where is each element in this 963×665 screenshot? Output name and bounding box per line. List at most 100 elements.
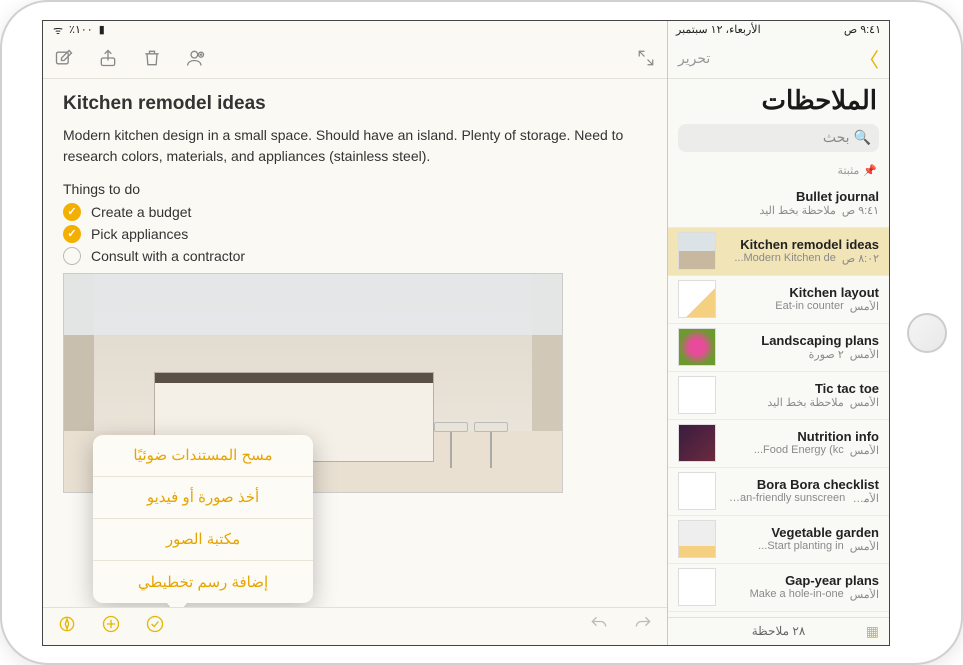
share-icon[interactable] bbox=[97, 47, 119, 69]
note-list-item[interactable]: Gap-year plansالأمس Make a hole-in-one bbox=[668, 564, 889, 612]
note-item-time: ٨:٠٢ ص bbox=[842, 252, 879, 265]
note-list-item[interactable]: Kitchen layoutالأمس Eat-in counter bbox=[668, 276, 889, 324]
note-list-item[interactable]: Kitchen remodel ideas٨:٠٢ ص Modern Kitche… bbox=[668, 228, 889, 276]
note-list-item[interactable]: Landscaping plansالأمس ٢ صورة bbox=[668, 324, 889, 372]
note-list-item[interactable]: Bora Bora checklistالأمس Ocean-friendly s… bbox=[668, 468, 889, 516]
sidebar-title: الملاحظات bbox=[680, 85, 877, 116]
status-date: الأربعاء، ١٢ سبتمبر bbox=[676, 23, 761, 39]
note-item-time: الأمس bbox=[850, 300, 879, 313]
note-list-item[interactable]: Vegetable gardenالأمس Start planting in..… bbox=[668, 516, 889, 564]
todo-checkbox[interactable] bbox=[63, 225, 81, 243]
note-item-time: ٩:٤١ ص bbox=[842, 204, 879, 217]
note-item-title: Bora Bora checklist bbox=[726, 477, 879, 492]
note-item-time: الأمس bbox=[851, 492, 879, 505]
note-item-preview: ٢ صورة bbox=[809, 348, 844, 361]
todo-checkbox[interactable] bbox=[63, 247, 81, 265]
checklist-icon[interactable] bbox=[145, 614, 165, 639]
battery-percent: ٪١٠٠ bbox=[69, 23, 93, 39]
note-item-time: الأمس bbox=[850, 348, 879, 361]
note-item-thumbnail bbox=[678, 328, 716, 366]
ipad-device: ᯤ ٪١٠٠ ▮ bbox=[0, 0, 963, 665]
note-item-title: Vegetable garden bbox=[726, 525, 879, 540]
redo-icon[interactable] bbox=[633, 614, 653, 639]
popover-menu-item[interactable]: إضافة رسم تخطيطي bbox=[93, 561, 313, 603]
back-chevron-icon[interactable]: 〉 bbox=[859, 44, 879, 73]
editor-toolbar bbox=[43, 39, 667, 79]
add-person-icon[interactable] bbox=[185, 47, 207, 69]
undo-icon[interactable] bbox=[589, 614, 609, 639]
wifi-icon: ᯤ bbox=[53, 23, 63, 39]
screen: ᯤ ٪١٠٠ ▮ bbox=[42, 20, 890, 646]
marker-icon[interactable] bbox=[57, 614, 77, 639]
notes-count: ٢٨ ملاحظة bbox=[752, 624, 806, 638]
search-icon: 🔍 bbox=[854, 129, 871, 146]
todo-text: Consult with a contractor bbox=[91, 248, 245, 264]
note-item-preview: Ocean-friendly sunscreen bbox=[726, 492, 845, 505]
note-item-title: Bullet journal bbox=[678, 189, 879, 204]
note-item-thumbnail bbox=[678, 232, 716, 270]
notes-list: Bullet journal٩:٤١ ص ملاحظة بخط اليد Kitch… bbox=[668, 180, 889, 617]
note-item-preview: Food Energy (kc... bbox=[754, 444, 844, 457]
note-body: Modern kitchen design in a small space. … bbox=[63, 125, 647, 167]
note-item-title: Tic tac toe bbox=[726, 381, 879, 396]
add-icon[interactable] bbox=[101, 614, 121, 639]
todo-text: Create a budget bbox=[91, 204, 191, 220]
note-item-title: Gap-year plans bbox=[726, 573, 879, 588]
note-item-time: الأمس bbox=[850, 396, 879, 409]
status-time: ٩:٤١ ص bbox=[844, 23, 881, 39]
note-list-item[interactable]: Nutrition infoالأمس Food Energy (kc... bbox=[668, 420, 889, 468]
status-bar-left: ᯤ ٪١٠٠ ▮ bbox=[43, 21, 667, 39]
search-input[interactable]: 🔍 بحث bbox=[678, 124, 879, 152]
status-bar-right: ٩:٤١ ص الأربعاء، ١٢ سبتمبر bbox=[668, 21, 889, 39]
sidebar-topbar: 〉 تحرير bbox=[668, 39, 889, 79]
pinned-text: مثبتة bbox=[838, 164, 860, 177]
note-item-preview: Modern Kitchen de... bbox=[734, 252, 836, 265]
note-item-preview: Start planting in... bbox=[758, 540, 844, 553]
add-attachment-popover: مسح المستندات ضوئيًاأخذ صورة أو فيديومكت… bbox=[93, 435, 313, 603]
battery-icon: ▮ bbox=[99, 23, 105, 39]
grid-view-icon[interactable]: ▦ bbox=[866, 623, 879, 640]
todo-row[interactable]: Create a budget bbox=[63, 203, 647, 221]
note-item-preview: ملاحظة بخط اليد bbox=[767, 396, 843, 409]
note-item-thumbnail bbox=[678, 568, 716, 606]
note-item-thumbnail bbox=[678, 376, 716, 414]
todo-row[interactable]: Consult with a contractor bbox=[63, 247, 647, 265]
todo-checkbox[interactable] bbox=[63, 203, 81, 221]
note-item-title: Landscaping plans bbox=[726, 333, 879, 348]
popover-menu-item[interactable]: مكتبة الصور bbox=[93, 519, 313, 561]
note-item-thumbnail bbox=[678, 520, 716, 558]
trash-icon[interactable] bbox=[141, 47, 163, 69]
sidebar-footer: ٢٨ ملاحظة ▦ bbox=[668, 617, 889, 645]
popover-menu-item[interactable]: مسح المستندات ضوئيًا bbox=[93, 435, 313, 477]
search-placeholder: بحث bbox=[823, 129, 850, 146]
edit-button[interactable]: تحرير bbox=[678, 50, 710, 67]
note-item-preview: ملاحظة بخط اليد bbox=[759, 204, 835, 217]
note-item-title: Kitchen remodel ideas bbox=[726, 237, 879, 252]
compose-icon[interactable] bbox=[53, 47, 75, 69]
todo-row[interactable]: Pick appliances bbox=[63, 225, 647, 243]
note-editor-pane: ᯤ ٪١٠٠ ▮ bbox=[43, 21, 667, 645]
home-button[interactable] bbox=[907, 313, 947, 353]
note-item-thumbnail bbox=[678, 280, 716, 318]
popover-menu-item[interactable]: أخذ صورة أو فيديو bbox=[93, 477, 313, 519]
note-title: Kitchen remodel ideas bbox=[63, 93, 647, 115]
note-item-thumbnail bbox=[678, 424, 716, 462]
editor-footer-toolbar bbox=[43, 607, 667, 645]
note-item-title: Nutrition info bbox=[726, 429, 879, 444]
note-list-item[interactable]: Tic tac toeالأمس ملاحظة بخط اليد bbox=[668, 372, 889, 420]
note-item-title: Kitchen layout bbox=[726, 285, 879, 300]
note-list-item[interactable]: Bullet journal٩:٤١ ص ملاحظة بخط اليد bbox=[668, 180, 889, 228]
todo-text: Pick appliances bbox=[91, 226, 188, 242]
pin-icon: 📌 bbox=[863, 164, 877, 177]
note-item-time: الأمس bbox=[850, 444, 879, 457]
pinned-section-label: 📌 مثبتة bbox=[668, 158, 889, 180]
todo-section-header: Things to do bbox=[63, 181, 647, 197]
note-item-thumbnail bbox=[678, 472, 716, 510]
note-item-preview: Eat-in counter bbox=[775, 300, 843, 313]
sidebar-header: الملاحظات bbox=[668, 79, 889, 124]
note-item-time: الأمس bbox=[850, 588, 879, 601]
note-item-preview: Make a hole-in-one bbox=[750, 588, 844, 601]
note-item-time: الأمس bbox=[850, 540, 879, 553]
expand-icon[interactable] bbox=[635, 47, 657, 69]
notes-sidebar: ٩:٤١ ص الأربعاء، ١٢ سبتمبر 〉 تحرير الملا… bbox=[667, 21, 889, 645]
